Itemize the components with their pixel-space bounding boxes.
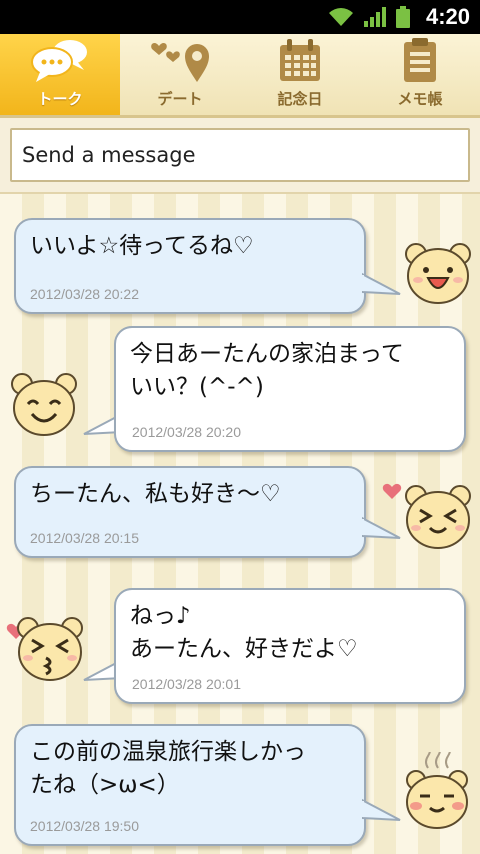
- notepad-icon: [404, 38, 436, 82]
- message-timestamp: 2012/03/28 20:22: [30, 286, 139, 302]
- signal-icon: [363, 7, 386, 27]
- bear-smile-icon: [11, 373, 77, 436]
- speech-bubbles-icon: [31, 40, 87, 82]
- message-timestamp: 2012/03/28 20:20: [132, 424, 241, 440]
- bear-onsen-icon: [406, 752, 468, 829]
- message-bubble[interactable]: ちーたん、私も好き～♡ 2012/03/28 20:15: [14, 466, 366, 558]
- message-bubble[interactable]: いいよ☆待ってるね♡ 2012/03/28 20:22: [14, 218, 366, 314]
- bear-wink-icon: [405, 485, 471, 549]
- heart-icon: [382, 483, 402, 499]
- bear-kiss-icon: [17, 617, 83, 681]
- tab-memo-label: メモ帳: [397, 90, 443, 108]
- message-timestamp: 2012/03/28 20:15: [30, 530, 139, 546]
- bubble-tail: [362, 798, 401, 821]
- message-input[interactable]: [10, 128, 470, 182]
- tab-memo[interactable]: メモ帳: [360, 34, 480, 115]
- battery-icon: [395, 6, 410, 28]
- message-text: この前の温泉旅行楽しかっ たね（>ω<）: [30, 739, 306, 798]
- chat-list[interactable]: いいよ☆待ってるね♡ 2012/03/28 20:22 今日あーたんの家泊まって…: [0, 194, 480, 854]
- tab-anniversary[interactable]: 記念日: [240, 34, 360, 115]
- calendar-icon: [280, 39, 320, 81]
- status-bar: 4:20: [0, 0, 480, 34]
- message-bubble[interactable]: 今日あーたんの家泊まって いい？(^-^) 2012/03/28 20:20: [114, 326, 466, 452]
- clock: 4:20: [425, 4, 470, 29]
- hearts-location-pin-icon: [151, 42, 209, 82]
- tab-date[interactable]: デート: [120, 34, 240, 115]
- message-text: ねっ♪ あーたん、好きだよ♡: [130, 603, 358, 662]
- tab-talk[interactable]: トーク: [0, 34, 120, 115]
- tab-bar: トーク デート 記念日 メモ帳: [0, 34, 480, 118]
- tab-date-label: デート: [157, 90, 203, 108]
- compose-area: [0, 118, 480, 194]
- message-text: 今日あーたんの家泊まって いい？(^-^): [130, 341, 404, 400]
- message-bubble[interactable]: この前の温泉旅行楽しかっ たね（>ω<） 2012/03/28 19:50: [14, 724, 366, 846]
- bear-happy-icon: [405, 243, 471, 304]
- bubble-tail: [362, 516, 401, 539]
- bubble-tail: [362, 272, 401, 295]
- tab-anniversary-label: 記念日: [277, 90, 323, 108]
- message-timestamp: 2012/03/28 20:01: [132, 676, 241, 692]
- wifi-icon: [328, 8, 353, 26]
- message-text: ちーたん、私も好き～♡: [30, 481, 281, 507]
- message-bubble[interactable]: ねっ♪ あーたん、好きだよ♡ 2012/03/28 20:01: [114, 588, 466, 704]
- tab-talk-label: トーク: [37, 90, 83, 108]
- message-text: いいよ☆待ってるね♡: [30, 233, 254, 259]
- message-timestamp: 2012/03/28 19:50: [30, 818, 139, 834]
